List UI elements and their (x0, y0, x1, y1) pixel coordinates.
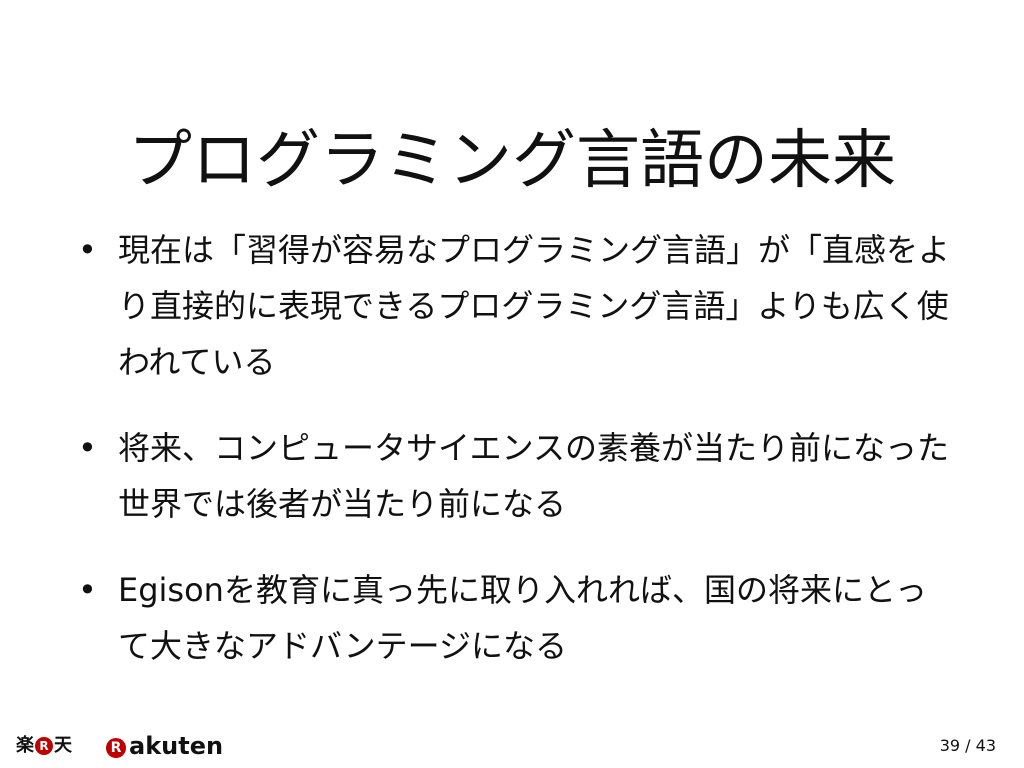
bullet-item: • 現在は「習得が容易なプログラミング言語」が「直感をより直接的に表現できるプロ… (74, 222, 954, 390)
bullet-dot: • (78, 571, 97, 609)
slide-footer: 楽R天 Rakuten 39 / 43 (0, 724, 1024, 768)
page-separator: / (965, 736, 971, 755)
bullet-item: • Egisonを教育に真っ先に取り入れれば、国の将来にとって大きなアドバンテー… (74, 562, 954, 674)
bullet-dot: • (78, 231, 97, 269)
rakuten-kanji-logo: 楽R天 (16, 734, 72, 758)
logo-kanji-right: 天 (54, 735, 72, 756)
bullet-list: • 現在は「習得が容易なプログラミング言語」が「直感をより直接的に表現できるプロ… (74, 222, 954, 704)
rakuten-r-circle-icon: R (106, 738, 126, 758)
bullet-text: 現在は「習得が容易なプログラミング言語」が「直感をより直接的に表現できるプログラ… (118, 231, 951, 381)
logo-kanji-left: 楽 (16, 735, 34, 756)
page-total: 43 (975, 736, 996, 755)
bullet-text: Egisonを教育に真っ先に取り入れれば、国の将来にとって大きなアドバンテージに… (118, 571, 927, 665)
slide-title: プログラミング言語の未来 (128, 123, 896, 198)
bullet-text: 将来、コンピュータサイエンスの素養が当たり前になった世界では後者が当たり前になる (118, 429, 950, 523)
bullet-item: • 将来、コンピュータサイエンスの素養が当たり前になった世界では後者が当たり前に… (74, 420, 954, 532)
rakuten-wordmark-logo: Rakuten (106, 732, 223, 760)
rakuten-r-badge-icon: R (35, 737, 53, 755)
page-number: 39 / 43 (940, 736, 996, 756)
bullet-dot: • (78, 429, 97, 467)
page-current: 39 (939, 736, 961, 755)
logo-word-text: akuten (129, 732, 224, 760)
